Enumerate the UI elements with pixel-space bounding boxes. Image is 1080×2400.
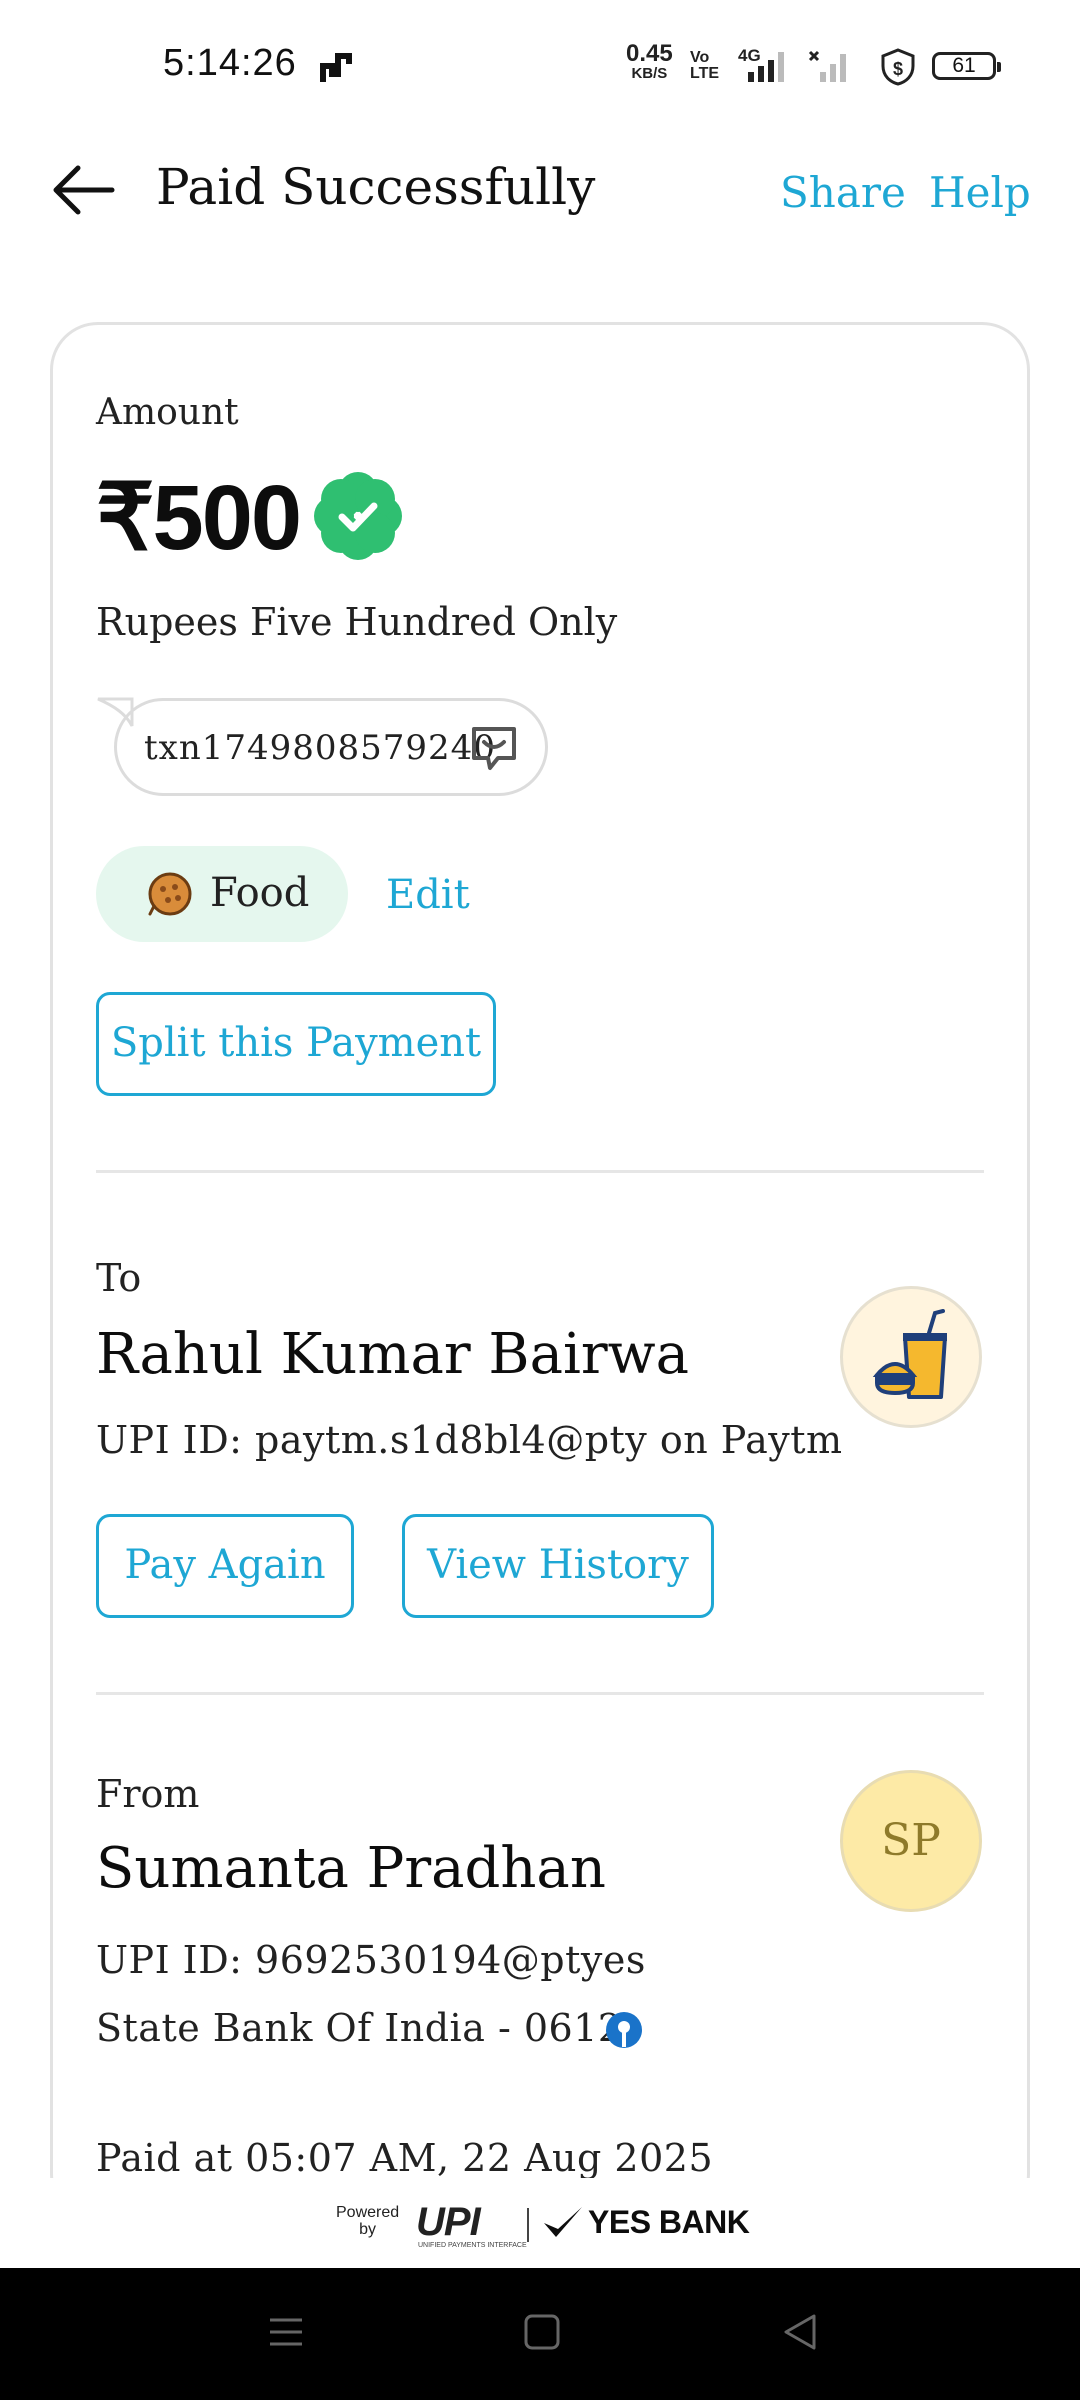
sender-avatar: SP <box>840 1770 982 1912</box>
food-icon <box>148 872 192 916</box>
paid-at: Paid at 05:07 AM, 22 Aug 2025 <box>96 2136 714 2180</box>
from-label: From <box>96 1772 200 1816</box>
recipient-avatar <box>840 1286 982 1428</box>
powered-by-bottom: by <box>359 2221 377 2238</box>
amount-value: ₹500 <box>96 467 302 569</box>
yes-bank-logo: YES BANK <box>588 2204 750 2240</box>
sender-upi-id: UPI ID: 9692530194@ptyes <box>96 1938 646 1982</box>
sbi-bank-icon <box>606 2012 642 2048</box>
home-icon[interactable] <box>522 2312 562 2352</box>
divider <box>96 1692 984 1695</box>
category-label: Food <box>210 870 310 916</box>
page-title: Paid Successfully <box>156 158 596 216</box>
powered-by-top: Powered <box>336 2204 400 2221</box>
status-bar: 5:14:26 0.45 KB/S Vo LTE 4G $ 61 <box>0 0 1080 130</box>
battery-icon: 61 <box>932 52 1001 80</box>
split-payment-button[interactable]: Split this Payment <box>96 992 496 1096</box>
txn-id: txn1749808579240 <box>144 728 496 768</box>
recipient-name: Rahul Kumar Bairwa <box>96 1322 689 1387</box>
volte-icon: Vo LTE <box>690 50 719 82</box>
verified-badge-icon <box>314 472 402 560</box>
menu-icon[interactable] <box>266 2312 306 2352</box>
pay-again-button[interactable]: Pay Again <box>96 1514 354 1618</box>
volte-top: Vo <box>690 49 710 66</box>
status-time: 5:14:26 <box>163 42 297 84</box>
upi-logo-subtitle: UNIFIED PAYMENTS INTERFACE <box>418 2242 527 2249</box>
amount-label: Amount <box>96 392 239 433</box>
divider <box>96 1170 984 1173</box>
net-speed-unit: KB/S <box>631 65 668 82</box>
share-link[interactable]: Share <box>780 168 906 217</box>
net-speed-value: 0.45 <box>626 40 673 67</box>
food-merchant-icon <box>872 1309 947 1399</box>
powered-by-text: Powered by <box>336 2204 399 2238</box>
svg-text:$: $ <box>893 59 903 79</box>
help-link[interactable]: Help <box>929 168 1031 217</box>
vpn-shield-icon: $ <box>881 48 915 86</box>
to-label: To <box>96 1256 142 1300</box>
no-signal-icon <box>808 50 846 82</box>
net-speed: 0.45 KB/S <box>626 42 673 84</box>
volte-bottom: LTE <box>690 65 720 82</box>
message-icon[interactable] <box>468 724 520 774</box>
view-history-button[interactable]: View History <box>402 1514 714 1618</box>
back-arrow-icon[interactable] <box>48 160 120 220</box>
yes-bank-check-icon <box>544 2207 582 2237</box>
signal-icon <box>748 52 784 82</box>
sender-bank: State Bank Of India - 0612 <box>96 2006 623 2050</box>
edit-category-link[interactable]: Edit <box>386 872 470 918</box>
recipient-upi-id: UPI ID: paytm.s1d8bl4@pty on Paytm <box>96 1418 843 1462</box>
back-triangle-icon[interactable] <box>780 2312 820 2352</box>
amount-in-words: Rupees Five Hundred Only <box>96 600 618 644</box>
sender-name: Sumanta Pradhan <box>96 1836 606 1901</box>
upi-logo: UPI <box>416 2200 481 2244</box>
activity-icon <box>320 53 352 82</box>
footer-separator <box>527 2208 529 2242</box>
system-nav-bar <box>0 2268 1080 2400</box>
